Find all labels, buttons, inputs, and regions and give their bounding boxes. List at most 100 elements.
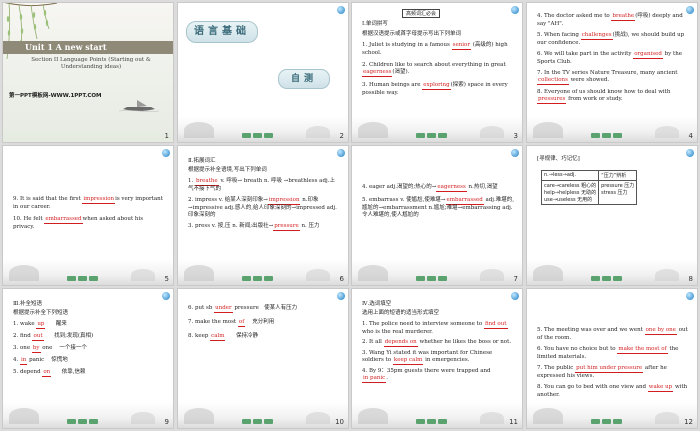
slide-number: 8 <box>688 275 693 283</box>
slide-thumbnail-8[interactable]: [寻规律、巧记忆] n.→less→adj. “压力”辨析 care→carel… <box>527 146 697 285</box>
nav-buttons <box>416 419 447 424</box>
phrase-line: 4. in panic 惊慌地 <box>13 357 68 365</box>
corner-bubble-icon <box>337 149 345 157</box>
ink-landscape-watermark <box>527 402 697 428</box>
ink-landscape-watermark <box>3 259 173 285</box>
slide-thumbnail-7[interactable]: 4. eager adj.渴望的;热心的→eagerness n.热切,渴望 5… <box>352 146 522 285</box>
slide-body: Ⅰ.单词拼写 根据汉语提示或首字母提示写出下列单词 1. Juliet is s… <box>362 21 514 97</box>
ink-landscape-watermark <box>3 402 173 428</box>
exercise-line: 3. Human beings are exploring(探索) space … <box>362 82 508 96</box>
slide-thumbnail-9[interactable]: Ⅲ.补全短语 根据提示补全下列短语 1. wake up 醒来 2. find … <box>3 289 173 428</box>
title-banner: Unit 1 A new start <box>3 41 173 54</box>
slide-thumbnail-4[interactable]: 4. The doctor asked me to breathe(呼吸) de… <box>527 3 697 142</box>
phrase-line: 8. keep calm 保持冷静 <box>188 333 258 341</box>
slide-subtitle: Section II Language Points (Starting out… <box>31 57 151 70</box>
section-heading: [寻规律、巧记忆] <box>537 156 580 162</box>
exercise-line: 2. Children like to search about everyth… <box>362 62 506 77</box>
phrase-line: 6. put sb under pressure 使某人有压力 <box>188 305 298 313</box>
table-cell: pressure 压力 stress 压力 <box>598 180 638 205</box>
slide-body: 4. eager adj.渴望的;热心的→eagerness n.热切,渴望 5… <box>362 184 514 219</box>
boat-illustration <box>119 100 159 112</box>
corner-bubble-icon <box>337 6 345 14</box>
nav-buttons <box>242 419 273 424</box>
exercise-line: 3. Wang Yi stated it was important for C… <box>362 350 493 365</box>
instruction-text: 根据提示补全语境,写出下列单词 <box>188 167 267 173</box>
table-cell: “压力”辨析 <box>598 170 638 181</box>
slide-thumbnail-1[interactable]: Unit 1 A new start Section II Language P… <box>3 3 173 142</box>
ink-landscape-watermark <box>352 259 522 285</box>
ink-landscape-watermark <box>527 116 697 142</box>
nav-buttons <box>67 276 98 281</box>
ink-landscape-watermark <box>352 116 522 142</box>
slide-thumbnail-3[interactable]: 高频词汇必会 Ⅰ.单词拼写 根据汉语提示或首字母提示写出下列单词 1. Juli… <box>352 3 522 142</box>
nav-buttons <box>591 419 622 424</box>
exercise-line: 8. You can go to bed with one view and w… <box>537 384 688 398</box>
slide-number: 10 <box>335 418 344 426</box>
slide-body: 5. The meeting was over and we went one … <box>537 327 689 399</box>
slide-body: 4. The doctor asked me to breathe(呼吸) de… <box>537 13 689 104</box>
nav-buttons <box>242 276 273 281</box>
exercise-line: 1. Juliet is studying in a famous senior… <box>362 42 508 56</box>
section-heading: Ⅱ.拓展词汇 <box>188 158 216 164</box>
corner-bubble-icon <box>162 149 170 157</box>
slide-sorter-grid: Unit 1 A new start Section II Language P… <box>0 0 700 431</box>
ink-landscape-watermark <box>352 402 522 428</box>
slide-thumbnail-2[interactable]: 语言基础 自测 2 <box>178 3 348 142</box>
section-pill-self-test: 自测 <box>278 69 330 89</box>
phrase-line: 5. depend on 依靠,信赖 <box>13 369 86 377</box>
phrase-line: 7. make the most of 充分利用 <box>188 319 275 327</box>
slide-number: 7 <box>513 275 518 283</box>
exercise-line: 1. The police need to interview someone … <box>362 321 508 335</box>
slide-thumbnail-6[interactable]: Ⅱ.拓展词汇 根据提示补全语境,写出下列单词 1. breathe v. 呼吸→… <box>178 146 348 285</box>
slide-number: 2 <box>339 132 344 140</box>
slide-number: 9 <box>164 418 169 426</box>
slide-body: Ⅱ.拓展词汇 根据提示补全语境,写出下列单词 1. breathe v. 呼吸→… <box>188 158 340 231</box>
slide-number: 11 <box>509 418 518 426</box>
slide-title: Unit 1 A new start <box>25 42 107 52</box>
ink-landscape-watermark <box>178 402 348 428</box>
exercise-line: 5. The meeting was over and we went one … <box>537 327 688 341</box>
table-cell: care→careless 粗心的 help→helpless 无助的 use→… <box>540 180 600 205</box>
instruction-text: 选用上面的短语的适当形式填空 <box>362 310 440 316</box>
corner-bubble-icon <box>511 292 519 300</box>
ink-landscape-watermark <box>178 116 348 142</box>
corner-bubble-icon <box>511 6 519 14</box>
exercise-line: 6. We will take part in the activity org… <box>537 51 682 65</box>
word-rule-table: n.→less→adj. “压力”辨析 care→careless 粗心的 he… <box>540 170 638 205</box>
corner-bubble-icon <box>686 292 694 300</box>
slide-number: 4 <box>688 132 693 140</box>
section-heading: Ⅲ.补全短语 <box>13 301 43 307</box>
corner-bubble-icon <box>511 149 519 157</box>
nav-buttons <box>416 276 447 281</box>
section-header: 高频词汇必会 <box>402 9 441 18</box>
nav-buttons <box>242 133 273 138</box>
exercise-line: 5. When facing challenges(挑战), we should… <box>537 32 685 46</box>
exercise-line: 9. It is said that the first impressioni… <box>13 196 163 210</box>
exercise-line: 8. Everyone of us should know how to dea… <box>537 89 671 104</box>
site-footer-text: 第一PPT模板网-WWW.1PPT.COM <box>9 93 102 99</box>
slide-number: 12 <box>684 418 693 426</box>
nav-buttons <box>416 133 447 138</box>
slide-thumbnail-11[interactable]: Ⅳ.选词填空 选用上面的短语的适当形式填空 1. The police need… <box>352 289 522 428</box>
slide-thumbnail-5[interactable]: 9. It is said that the first impressioni… <box>3 146 173 285</box>
slide-number: 1 <box>164 132 169 140</box>
exercise-line: 7. In the TV series Nature Treasure, man… <box>537 70 678 85</box>
exercise-line: 2. It all depends on whether he likes th… <box>362 339 512 347</box>
slide-body: 9. It is said that the first impressioni… <box>13 196 165 231</box>
exercise-line: 2. impress v. 给某人深刻印象→impression n.印象→im… <box>188 197 337 218</box>
slide-thumbnail-10[interactable]: 6. put sb under pressure 使某人有压力 7. make … <box>178 289 348 428</box>
instruction-text: 根据提示补全下列短语 <box>13 310 69 316</box>
slide-body: 6. put sb under pressure 使某人有压力 7. make … <box>188 305 340 341</box>
ink-landscape-watermark <box>527 259 697 285</box>
corner-bubble-icon <box>337 292 345 300</box>
exercise-line: 3. press v. 按,压 n. 新闻;出版社→pressure n. 压力 <box>188 223 320 231</box>
slide-number: 6 <box>339 275 344 283</box>
exercise-line: 1. breathe v. 呼吸→ breath n. 呼吸 →breathle… <box>188 178 335 192</box>
nav-buttons <box>591 276 622 281</box>
corner-bubble-icon <box>162 292 170 300</box>
slide-body: Ⅲ.补全短语 根据提示补全下列短语 1. wake up 醒来 2. find … <box>13 301 165 377</box>
exercise-line: 7. The public put him under pressure aft… <box>537 365 667 379</box>
slide-number: 5 <box>164 275 169 283</box>
nav-buttons <box>591 133 622 138</box>
slide-thumbnail-12[interactable]: 5. The meeting was over and we went one … <box>527 289 697 428</box>
